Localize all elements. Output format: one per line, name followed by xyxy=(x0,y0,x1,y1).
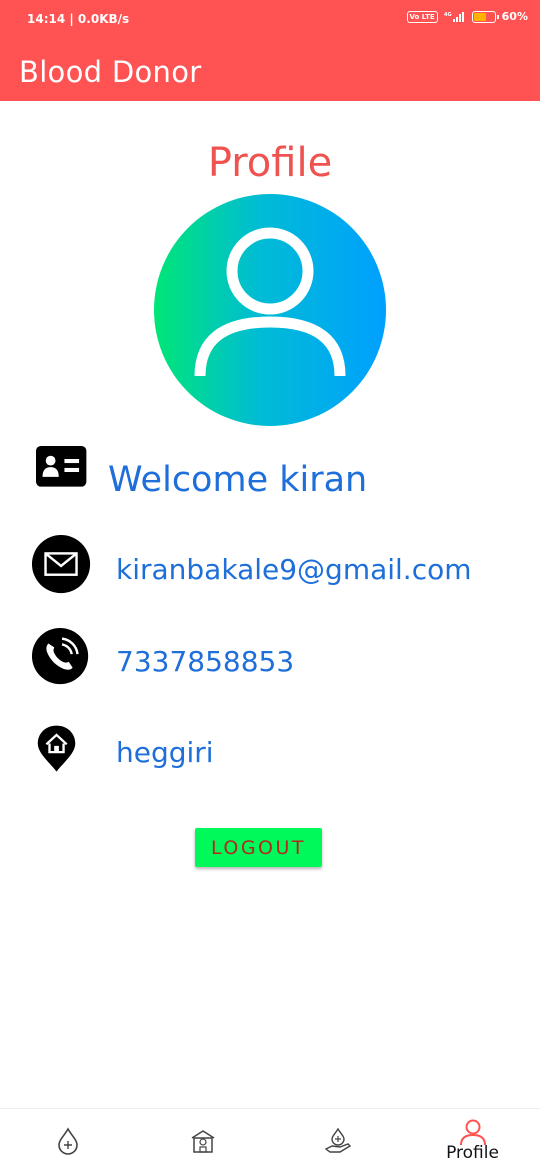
email-text: kiranbakale9@gmail.com xyxy=(116,553,472,586)
nav-item-blood[interactable] xyxy=(0,1109,135,1171)
svg-text:4G: 4G xyxy=(444,12,452,18)
app-title: Blood Donor xyxy=(19,55,202,89)
user-avatar-icon xyxy=(194,227,346,377)
signal-icon: 4G xyxy=(444,11,464,22)
welcome-text: Welcome kiran xyxy=(108,460,368,500)
phone-icon xyxy=(31,627,89,685)
status-indicators: Vo LTE 4G 60% xyxy=(406,10,528,23)
bottom-navigation: Profile xyxy=(0,1108,540,1171)
page-title: Profile xyxy=(207,140,333,186)
volte-icon: Vo LTE xyxy=(406,10,438,23)
mail-icon xyxy=(31,535,91,594)
hospital-icon xyxy=(191,1130,214,1153)
profile-icon xyxy=(459,1119,486,1146)
nav-item-profile[interactable]: Profile xyxy=(405,1109,540,1171)
nav-item-donate[interactable] xyxy=(270,1109,405,1171)
donate-hand-icon xyxy=(324,1127,351,1153)
battery-percent: 60% xyxy=(501,10,528,23)
home-location-icon xyxy=(37,725,76,772)
blood-drop-icon xyxy=(57,1127,78,1155)
app-bar: 14:14 | 0.0KB/s Vo LTE 4G 60% Blood Dono… xyxy=(0,0,540,101)
address-text: heggiri xyxy=(116,736,214,769)
email-row: kiranbakale9@gmail.com xyxy=(0,535,540,605)
phone-row: 7337858853 xyxy=(0,627,540,697)
logout-button[interactable]: LOGOUT xyxy=(195,828,322,867)
status-bar: 14:14 | 0.0KB/s Vo LTE 4G 60% xyxy=(0,0,540,38)
profile-avatar xyxy=(154,194,386,426)
id-card-icon xyxy=(36,446,87,487)
address-row: heggiri xyxy=(0,718,540,788)
battery-icon xyxy=(471,10,499,23)
welcome-row: Welcome kiran xyxy=(0,446,540,516)
nav-label-profile: Profile xyxy=(446,1143,499,1163)
nav-item-hospital[interactable] xyxy=(135,1109,270,1171)
phone-text: 7337858853 xyxy=(116,645,295,678)
status-time: 14:14 | 0.0KB/s xyxy=(27,12,130,26)
